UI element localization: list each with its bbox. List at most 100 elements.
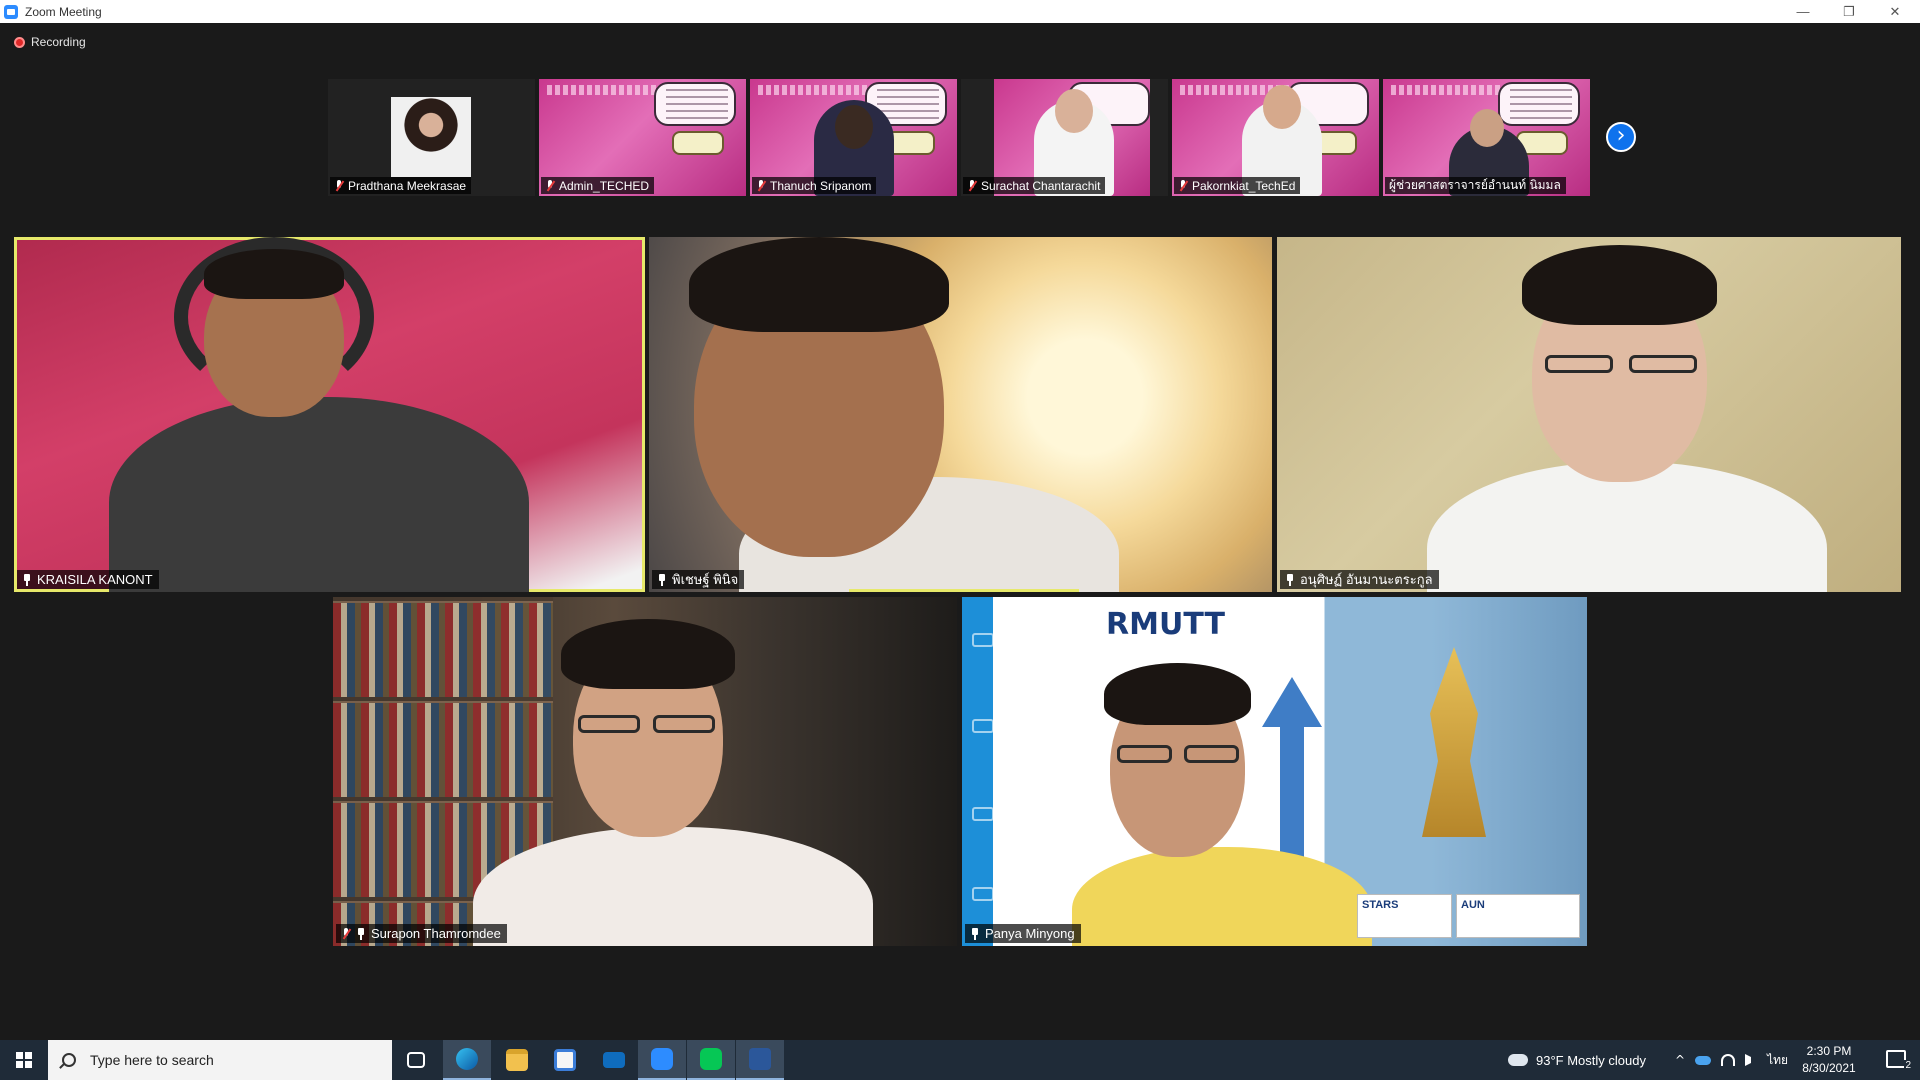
edge-button[interactable] (443, 1040, 491, 1080)
participant-name-tag: ผู้ช่วยศาสตราจารย์อำนนท์ นิมมล (1385, 177, 1566, 194)
stars-rating-badge: STARS (1357, 894, 1452, 938)
background-text-decoration (547, 85, 657, 95)
participant-name: Thanuch Sripanom (770, 178, 872, 193)
file-explorer-button[interactable] (493, 1040, 541, 1080)
store-button[interactable] (541, 1040, 589, 1080)
participant-thumbnail[interactable]: Pakornkiat_TechEd (1172, 79, 1379, 196)
input-language[interactable]: ไทย (1767, 1051, 1788, 1070)
mic-muted-icon (756, 179, 766, 192)
participant-hair (561, 619, 735, 689)
file-explorer-icon (506, 1049, 528, 1071)
recording-dot-icon (14, 36, 25, 48)
bubble-text-decoration (877, 89, 939, 119)
show-hidden-icons-button[interactable]: ^ (1675, 1053, 1685, 1067)
participant-photo (391, 97, 471, 177)
glasses-graphic (1629, 355, 1697, 373)
participant-name-tag: Panya Minyong (965, 924, 1081, 943)
participant-thumbnail[interactable]: Admin_TECHED (539, 79, 746, 196)
video-tile[interactable]: KRAISILA KANONT (14, 237, 645, 592)
title-bar: Zoom Meeting — ❐ ✕ (0, 0, 1920, 23)
window-title: Zoom Meeting (25, 4, 102, 19)
word-button[interactable] (736, 1040, 784, 1080)
video-tile[interactable]: Surapon Thamromdee (333, 597, 957, 946)
bus-icon (972, 719, 994, 733)
participant-name-tag: Pradthana Meekrasae (330, 177, 472, 194)
participant-thumbnail[interactable]: Thanuch Sripanom (750, 79, 957, 196)
participant-name: Admin_TECHED (559, 178, 650, 193)
clock-date: 8/30/2021 (1802, 1061, 1856, 1075)
home-icon (972, 887, 994, 901)
participant-name-tag: Surapon Thamromdee (336, 924, 507, 943)
participant-name: Pradthana Meekrasae (348, 178, 467, 193)
recording-label: Recording (31, 35, 86, 49)
participant-hair (204, 249, 344, 299)
word-icon (749, 1048, 771, 1070)
participant-hair (1104, 663, 1251, 725)
cloud-icon (1508, 1054, 1528, 1066)
aun-badge: AUN (1456, 894, 1580, 938)
mic-muted-icon (1178, 179, 1188, 192)
search-icon (62, 1053, 76, 1067)
glasses-graphic (1545, 355, 1613, 373)
mic-muted-icon (967, 179, 977, 192)
minimize-button[interactable]: — (1780, 0, 1826, 23)
participant-thumbnail[interactable]: Surachat Chantarachit (961, 79, 1168, 196)
participant-thumbnail[interactable]: ผู้ช่วยศาสตราจารย์อำนนท์ นิมมล (1383, 79, 1590, 196)
pin-icon (1285, 573, 1295, 586)
home-icon (972, 633, 994, 647)
mic-muted-icon (341, 927, 351, 940)
pin-icon (356, 927, 366, 940)
recording-indicator[interactable]: Recording (14, 35, 86, 49)
online-badge-graphic (672, 131, 724, 155)
participant-head (835, 105, 873, 149)
weather-widget[interactable]: 93°F Mostly cloudy (1508, 1040, 1646, 1080)
glasses-graphic (1184, 745, 1239, 763)
participant-name: ผู้ช่วยศาสตราจารย์อำนนท์ นิมมล (1389, 178, 1561, 192)
restore-button[interactable]: ❐ (1826, 0, 1872, 23)
participant-name: Pakornkiat_TechEd (1192, 178, 1296, 193)
store-icon (554, 1049, 576, 1071)
system-tray: ^ ไทย (1675, 1040, 1788, 1080)
participant-thumbnail[interactable]: Pradthana Meekrasae (328, 79, 535, 196)
video-tile[interactable]: พิเชษฐ์ พินิจ (649, 237, 1272, 592)
task-view-button[interactable] (392, 1040, 440, 1080)
pin-icon (22, 573, 32, 586)
zoom-button[interactable] (638, 1040, 686, 1080)
taskbar-search[interactable] (48, 1040, 392, 1080)
onedrive-icon[interactable] (1695, 1055, 1712, 1065)
action-center-icon[interactable] (1886, 1050, 1906, 1068)
windows-taskbar: 93°F Mostly cloudy ^ ไทย 2:30 PM 8/30/20… (0, 1040, 1920, 1080)
background-text-decoration (1391, 85, 1501, 95)
wifi-icon[interactable] (1721, 1054, 1736, 1066)
pin-icon (657, 573, 667, 586)
audio-level-bar (849, 589, 1079, 592)
edge-icon (456, 1048, 478, 1070)
bubble-text-decoration (666, 89, 728, 119)
participant-hair (689, 237, 949, 332)
video-tile[interactable]: RMUTT STARS AUN Panya Minyong (962, 597, 1587, 946)
volume-icon[interactable] (1745, 1054, 1757, 1066)
taskbar-clock[interactable]: 2:30 PM 8/30/2021 (1794, 1043, 1864, 1077)
mail-button[interactable] (590, 1040, 638, 1080)
participant-head (1055, 89, 1093, 133)
mail-icon (603, 1052, 625, 1068)
next-page-button[interactable]: › (1606, 122, 1636, 152)
zoom-icon (651, 1048, 673, 1070)
close-button[interactable]: ✕ (1872, 0, 1918, 23)
participant-name: Surapon Thamromdee (371, 926, 501, 941)
participant-name: พิเชษฐ์ พินิจ (672, 572, 739, 587)
glasses-graphic (1117, 745, 1172, 763)
participant-name-tag: KRAISILA KANONT (17, 570, 159, 589)
line-button[interactable] (687, 1040, 735, 1080)
monument-graphic (1422, 647, 1486, 837)
start-button[interactable] (0, 1040, 48, 1080)
zoom-app-icon (4, 4, 18, 19)
participant-name-tag: Thanuch Sripanom (752, 177, 877, 194)
participant-name: KRAISILA KANONT (37, 572, 153, 587)
rmutt-logo: RMUTT (1106, 607, 1225, 642)
glasses-graphic (653, 715, 715, 733)
search-input[interactable] (90, 1052, 370, 1068)
arrow-graphic (1262, 677, 1322, 877)
participant-head (1263, 85, 1301, 129)
video-tile[interactable]: อนุศิษฏ์ อันมานะตระกูล (1277, 237, 1901, 592)
